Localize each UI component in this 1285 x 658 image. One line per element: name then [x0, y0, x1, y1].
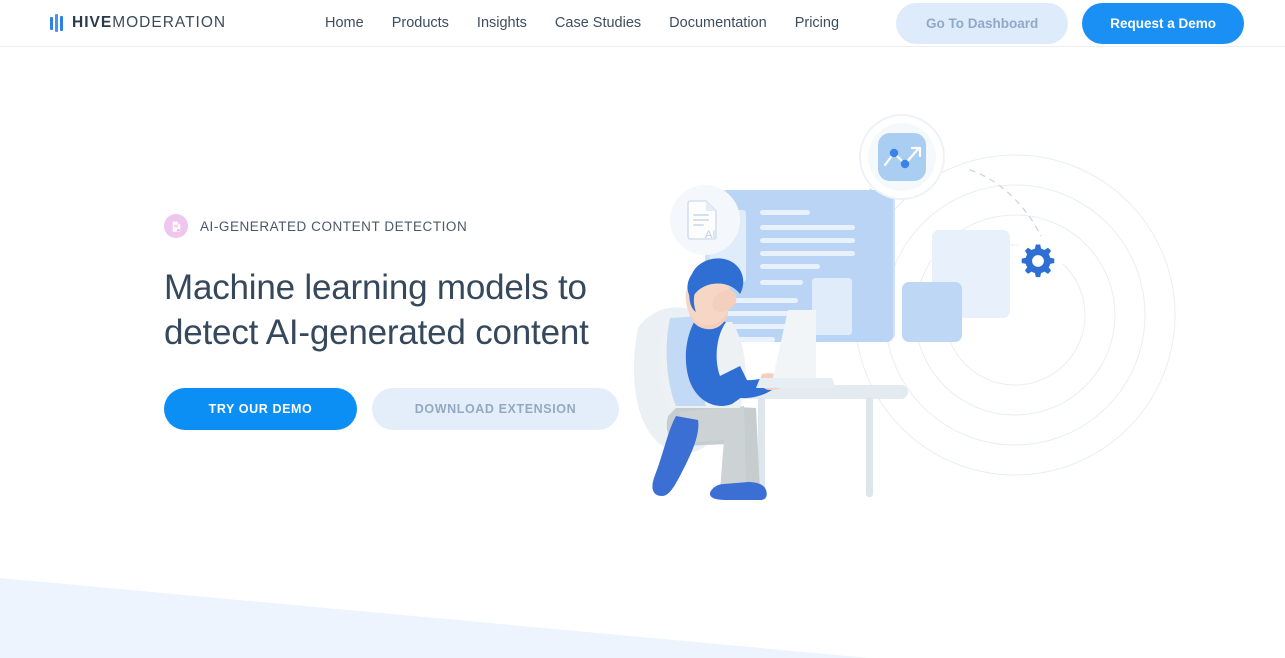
- site-header: HIVEMODERATION Home Products Insights Ca…: [0, 0, 1285, 47]
- hive-moderation-landing-page: HIVEMODERATION Home Products Insights Ca…: [0, 0, 1285, 658]
- nav-item-insights[interactable]: Insights: [477, 0, 527, 47]
- nav-item-documentation[interactable]: Documentation: [669, 0, 767, 47]
- nav-item-pricing[interactable]: Pricing: [795, 0, 839, 47]
- svg-text:AI: AI: [705, 229, 715, 241]
- svg-text:AI: AI: [176, 228, 180, 232]
- logo[interactable]: HIVEMODERATION: [50, 8, 226, 38]
- logo-text: HIVEMODERATION: [72, 14, 226, 32]
- request-demo-button[interactable]: Request a Demo: [1082, 3, 1244, 44]
- hero-eyebrow-label: AI-GENERATED CONTENT DETECTION: [200, 218, 468, 234]
- nav-item-home[interactable]: Home: [325, 0, 364, 47]
- logo-primary: HIVE: [72, 14, 113, 31]
- nav-item-products[interactable]: Products: [392, 0, 449, 47]
- gear-icon: [1021, 244, 1055, 278]
- bottom-diagonal-wedge: [0, 578, 870, 658]
- hero-content: AI AI-GENERATED CONTENT DETECTION Machin…: [164, 214, 634, 430]
- download-extension-button[interactable]: DOWNLOAD EXTENSION: [372, 388, 619, 430]
- hive-bars-logo-icon: [50, 14, 63, 32]
- document-ai-icon: AI: [164, 214, 188, 238]
- main-navigation: Home Products Insights Case Studies Docu…: [325, 0, 839, 47]
- analytics-badge: [859, 114, 945, 200]
- hero-illustration: AI: [633, 114, 1176, 500]
- decorative-squares: [902, 230, 1010, 342]
- settings-badge: [1013, 236, 1063, 286]
- header-actions: Go To Dashboard Request a Demo: [895, 0, 1244, 47]
- go-to-dashboard-button[interactable]: Go To Dashboard: [895, 3, 1069, 44]
- hero-cta-group: TRY OUR DEMO DOWNLOAD EXTENSION: [164, 388, 634, 430]
- headline-line-2: detect AI-generated content: [164, 313, 589, 352]
- try-our-demo-button[interactable]: TRY OUR DEMO: [164, 388, 357, 430]
- nav-item-case-studies[interactable]: Case Studies: [555, 0, 641, 47]
- logo-secondary: MODERATION: [112, 14, 227, 31]
- document-ai-badge: AI: [670, 185, 740, 255]
- page-title: Machine learning models to detect AI-gen…: [164, 265, 634, 355]
- headline-line-1: Machine learning models to: [164, 268, 587, 307]
- hero-eyebrow: AI AI-GENERATED CONTENT DETECTION: [164, 214, 634, 238]
